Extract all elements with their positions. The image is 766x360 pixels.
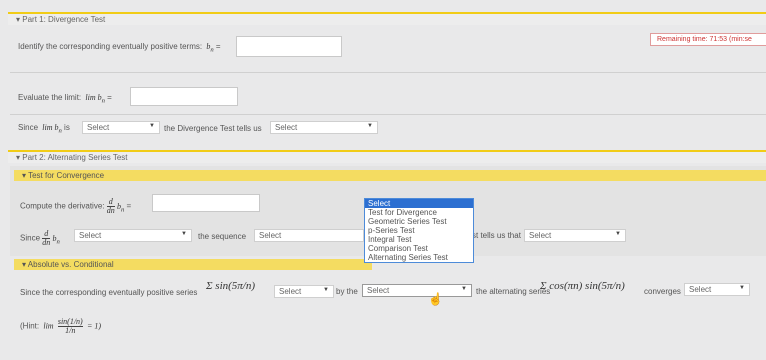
limit-input[interactable] xyxy=(130,87,238,106)
since-derivative-text: Since d dn bn xyxy=(20,229,60,247)
chevron-down-icon: ▼ xyxy=(323,287,329,293)
chevron-down-icon: ▼ xyxy=(615,231,621,237)
abs-title: Absolute vs. Conditional xyxy=(27,260,114,269)
part2-title: Part 2: Alternating Series Test xyxy=(22,153,128,162)
divider xyxy=(10,72,766,73)
test-dropdown-list[interactable]: Select Test for Divergence Geometric Ser… xyxy=(364,198,474,263)
mouse-cursor-icon: ☝ xyxy=(428,292,443,306)
q1-prompt: Identify the corresponding eventually po… xyxy=(18,42,221,54)
dropdown-option-divergence[interactable]: Test for Divergence xyxy=(365,208,473,217)
part2-header[interactable]: ▾ Part 2: Alternating Series Test xyxy=(8,150,766,163)
part1-header[interactable]: ▾ Part 1: Divergence Test xyxy=(8,12,766,25)
chevron-down-icon: ▼ xyxy=(149,123,155,129)
dropdown-option-p-series[interactable]: p-Series Test xyxy=(365,226,473,235)
chevron-down-icon: ▼ xyxy=(739,285,745,291)
test-title: Test for Convergence xyxy=(28,171,105,180)
dropdown-option-select[interactable]: Select xyxy=(365,199,473,208)
abs-prompt: Since the corresponding eventually posit… xyxy=(20,288,198,297)
chevron-down-icon: ▼ xyxy=(181,231,187,237)
hint-text: (Hint: lim sin(1/n) 1/n = 1) xyxy=(20,317,102,335)
test-name-select[interactable]: Select ▼ xyxy=(362,284,472,297)
dropdown-option-geometric[interactable]: Geometric Series Test xyxy=(365,217,473,226)
dropdown-option-alternating[interactable]: Alternating Series Test xyxy=(365,253,473,262)
compute-derivative-prompt: Compute the derivative: d dn bn = xyxy=(20,197,132,215)
sequence-text: the sequence xyxy=(198,232,247,241)
q3-select-2[interactable]: Select ▼ xyxy=(270,121,378,134)
series-sin-expression: Σ sin(5π/n) xyxy=(206,280,256,292)
absolute-vs-conditional-header[interactable]: ▾ Absolute vs. Conditional xyxy=(14,259,372,270)
converges-select[interactable]: Select ▼ xyxy=(684,283,750,296)
q3-prompt: Since lim bn is xyxy=(18,123,70,135)
by-the-text: by the xyxy=(336,287,358,296)
chevron-down-icon: ▼ xyxy=(461,286,467,292)
converges-text: converges xyxy=(644,287,681,296)
q3-select-1[interactable]: Select ▼ xyxy=(82,121,160,134)
tells-us-select[interactable]: Select ▼ xyxy=(524,229,626,242)
sequence-select[interactable]: Select xyxy=(254,229,364,242)
abs-series-select[interactable]: Select ▼ xyxy=(274,285,334,298)
since-select[interactable]: Select ▼ xyxy=(74,229,192,242)
collapse-icon[interactable]: ▾ xyxy=(22,171,26,180)
derivative-input[interactable] xyxy=(152,194,260,212)
dropdown-option-comparison[interactable]: Comparison Test xyxy=(365,244,473,253)
q1-answer-input[interactable] xyxy=(236,36,342,57)
dropdown-option-integral[interactable]: Integral Test xyxy=(365,235,473,244)
q2-prompt: Evaluate the limit: lim bn = xyxy=(18,93,112,105)
collapse-icon[interactable]: ▾ xyxy=(16,153,20,162)
collapse-icon[interactable]: ▾ xyxy=(22,260,26,269)
series-cos-expression: Σ cos(πn) sin(5π/n) xyxy=(540,280,625,292)
tells-us-text: st tells us that xyxy=(472,231,521,240)
q3-mid-text: the Divergence Test tells us xyxy=(164,124,262,133)
test-for-convergence-header[interactable]: ▾ Test for Convergence xyxy=(14,170,766,181)
collapse-icon[interactable]: ▾ xyxy=(16,15,20,24)
remaining-time: Remaining time: 71:53 (min:se xyxy=(650,33,766,46)
chevron-down-icon: ▼ xyxy=(367,123,373,129)
part1-title: Part 1: Divergence Test xyxy=(22,15,106,24)
divider xyxy=(10,114,766,115)
